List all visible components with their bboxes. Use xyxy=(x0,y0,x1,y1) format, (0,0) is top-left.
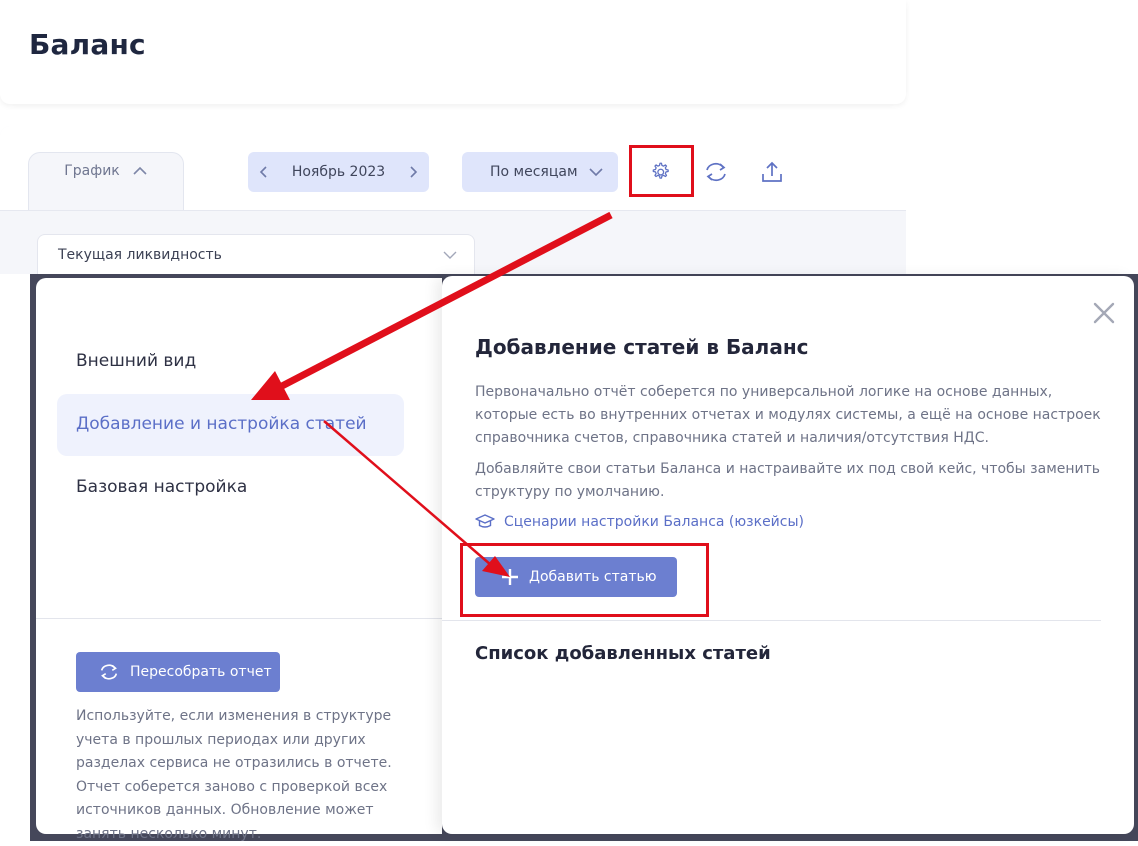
sidebar-item-articles[interactable]: Добавление и настройка статей xyxy=(76,414,367,434)
section-description-secondary: Добавляйте свои статьи Баланса и настраи… xyxy=(475,461,1101,500)
chevron-up-icon xyxy=(133,166,147,175)
settings-highlight-box xyxy=(629,145,694,197)
chevron-down-icon xyxy=(589,168,603,177)
refresh-button[interactable] xyxy=(699,155,733,189)
period-selector[interactable]: Ноябрь 2023 xyxy=(248,152,429,192)
main-divider xyxy=(442,620,1101,621)
chevron-right-icon[interactable] xyxy=(407,165,419,179)
add-article-highlight-box xyxy=(460,543,709,617)
chevron-left-icon[interactable] xyxy=(258,165,270,179)
close-icon[interactable] xyxy=(1090,299,1118,327)
tab-graph[interactable]: График xyxy=(28,152,184,210)
sidebar-item-base-settings[interactable]: Базовая настройка xyxy=(76,477,247,497)
rebuild-report-button[interactable]: Пересобрать отчет xyxy=(76,652,280,692)
grouping-dropdown[interactable]: По месяцам xyxy=(462,152,618,192)
metric-label: Текущая ликвидность xyxy=(58,246,222,263)
tab-graph-label: График xyxy=(64,163,120,179)
sidebar-divider xyxy=(36,618,442,619)
refresh-icon xyxy=(706,162,726,182)
section-title: Добавление статей в Баланс xyxy=(475,335,809,359)
rebuild-report-label: Пересобрать отчет xyxy=(130,664,272,680)
scenarios-link[interactable]: Сценарии настройки Баланса (юзкейсы) xyxy=(475,514,804,530)
section-description: Первоначально отчёт соберется по универс… xyxy=(475,384,1101,446)
added-articles-title: Список добавленных статей xyxy=(475,643,771,664)
grouping-label: По месяцам xyxy=(490,164,578,180)
sidebar-item-appearance[interactable]: Внешний вид xyxy=(76,351,196,371)
page-title: Баланс xyxy=(29,28,146,61)
metric-dropdown[interactable]: Текущая ликвидность xyxy=(37,234,475,274)
scenarios-link-label: Сценарии настройки Баланса (юзкейсы) xyxy=(504,514,804,530)
rebuild-hint: Используйте, если изменения в структуре … xyxy=(76,708,392,842)
chevron-down-icon xyxy=(443,251,457,259)
period-label: Ноябрь 2023 xyxy=(291,164,386,180)
refresh-icon xyxy=(100,664,118,680)
upload-icon xyxy=(762,161,782,182)
graduation-cap-icon xyxy=(475,514,495,528)
export-button[interactable] xyxy=(755,155,789,189)
